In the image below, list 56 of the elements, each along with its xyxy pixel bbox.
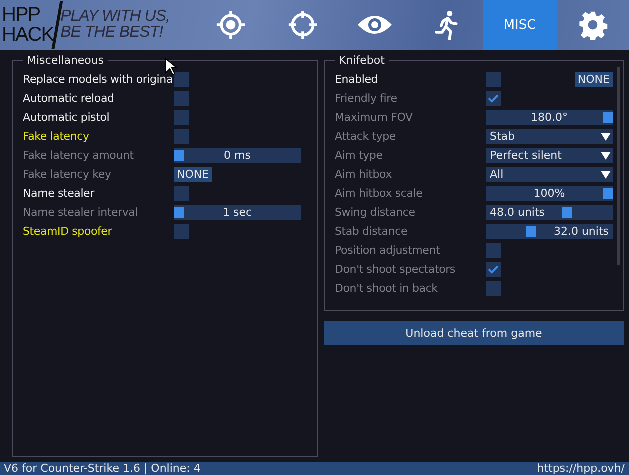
option-label: Replace models with origina bbox=[23, 73, 174, 86]
option-label: Name stealer interval bbox=[23, 206, 140, 219]
checkbox[interactable] bbox=[486, 72, 501, 87]
caret-icon bbox=[601, 132, 611, 140]
checkbox[interactable] bbox=[174, 224, 189, 239]
crosshair-icon bbox=[288, 10, 318, 40]
slider-value: 180.0° bbox=[531, 111, 568, 124]
option-label: Fake latency key bbox=[23, 168, 112, 181]
hotkey-button[interactable]: NONE bbox=[574, 72, 613, 87]
option-label: Fake latency amount bbox=[23, 149, 135, 162]
checkbox[interactable] bbox=[174, 91, 189, 106]
tab[interactable]: MISC bbox=[483, 0, 557, 50]
option-label: Enabled bbox=[335, 73, 380, 86]
slogan-text: BE THE BEST! bbox=[60, 25, 164, 41]
option-label: Name stealer bbox=[23, 187, 96, 200]
unload-button[interactable]: Unload cheat from game bbox=[324, 321, 624, 345]
mouse-pointer-icon bbox=[165, 58, 177, 76]
option-label: Automatic reload bbox=[23, 92, 116, 105]
option-label: Stab distance bbox=[335, 225, 409, 238]
option-label: Position adjustment bbox=[335, 244, 442, 257]
slider-value: 1 sec bbox=[222, 206, 252, 219]
option-label: Don't shoot spectators bbox=[335, 263, 456, 276]
option-label: Swing distance bbox=[335, 206, 416, 219]
caret-icon bbox=[601, 152, 611, 160]
slider-value: 100% bbox=[534, 187, 566, 200]
checkmark-icon bbox=[488, 265, 499, 274]
checkmark-icon bbox=[488, 94, 499, 103]
checkbox[interactable] bbox=[174, 186, 189, 201]
settings-icon bbox=[578, 10, 608, 40]
option-label: SteamID spoofer bbox=[23, 225, 114, 238]
website-link[interactable]: https://hpp.ovh/ bbox=[537, 462, 625, 475]
option-label: Maximum FOV bbox=[335, 111, 414, 124]
checkbox[interactable] bbox=[174, 129, 189, 144]
slogan-text: PLAY WITH US, bbox=[60, 9, 170, 25]
slider-value: 32.0 units bbox=[554, 225, 609, 238]
option-label: Automatic pistol bbox=[23, 111, 111, 124]
option-label: Aim hitbox scale bbox=[335, 187, 424, 200]
slider-value: 0 ms bbox=[224, 149, 251, 162]
option-label: Aim type bbox=[335, 149, 384, 162]
caret-icon bbox=[601, 170, 611, 178]
option-label: Attack type bbox=[335, 130, 397, 143]
option-label: Friendly fire bbox=[335, 92, 398, 105]
group-title: Knifebot bbox=[335, 54, 389, 67]
logo-text: HPP bbox=[2, 5, 42, 25]
target-icon bbox=[216, 10, 246, 40]
checkbox[interactable] bbox=[174, 110, 189, 125]
checkbox[interactable] bbox=[174, 72, 189, 87]
status-text: V6 for Counter-Strike 1.6 | Online: 4 bbox=[4, 462, 201, 475]
scrollbar[interactable] bbox=[617, 67, 620, 265]
eye-icon bbox=[357, 13, 393, 37]
option-label: Fake latency bbox=[23, 130, 90, 143]
option-label: Don't shoot in back bbox=[335, 282, 439, 295]
slider-value: 48.0 units bbox=[490, 206, 546, 219]
logo-text: HACK bbox=[2, 25, 54, 45]
group-title: Miscellaneous bbox=[23, 54, 108, 67]
option-label: Aim hitbox bbox=[335, 168, 394, 181]
